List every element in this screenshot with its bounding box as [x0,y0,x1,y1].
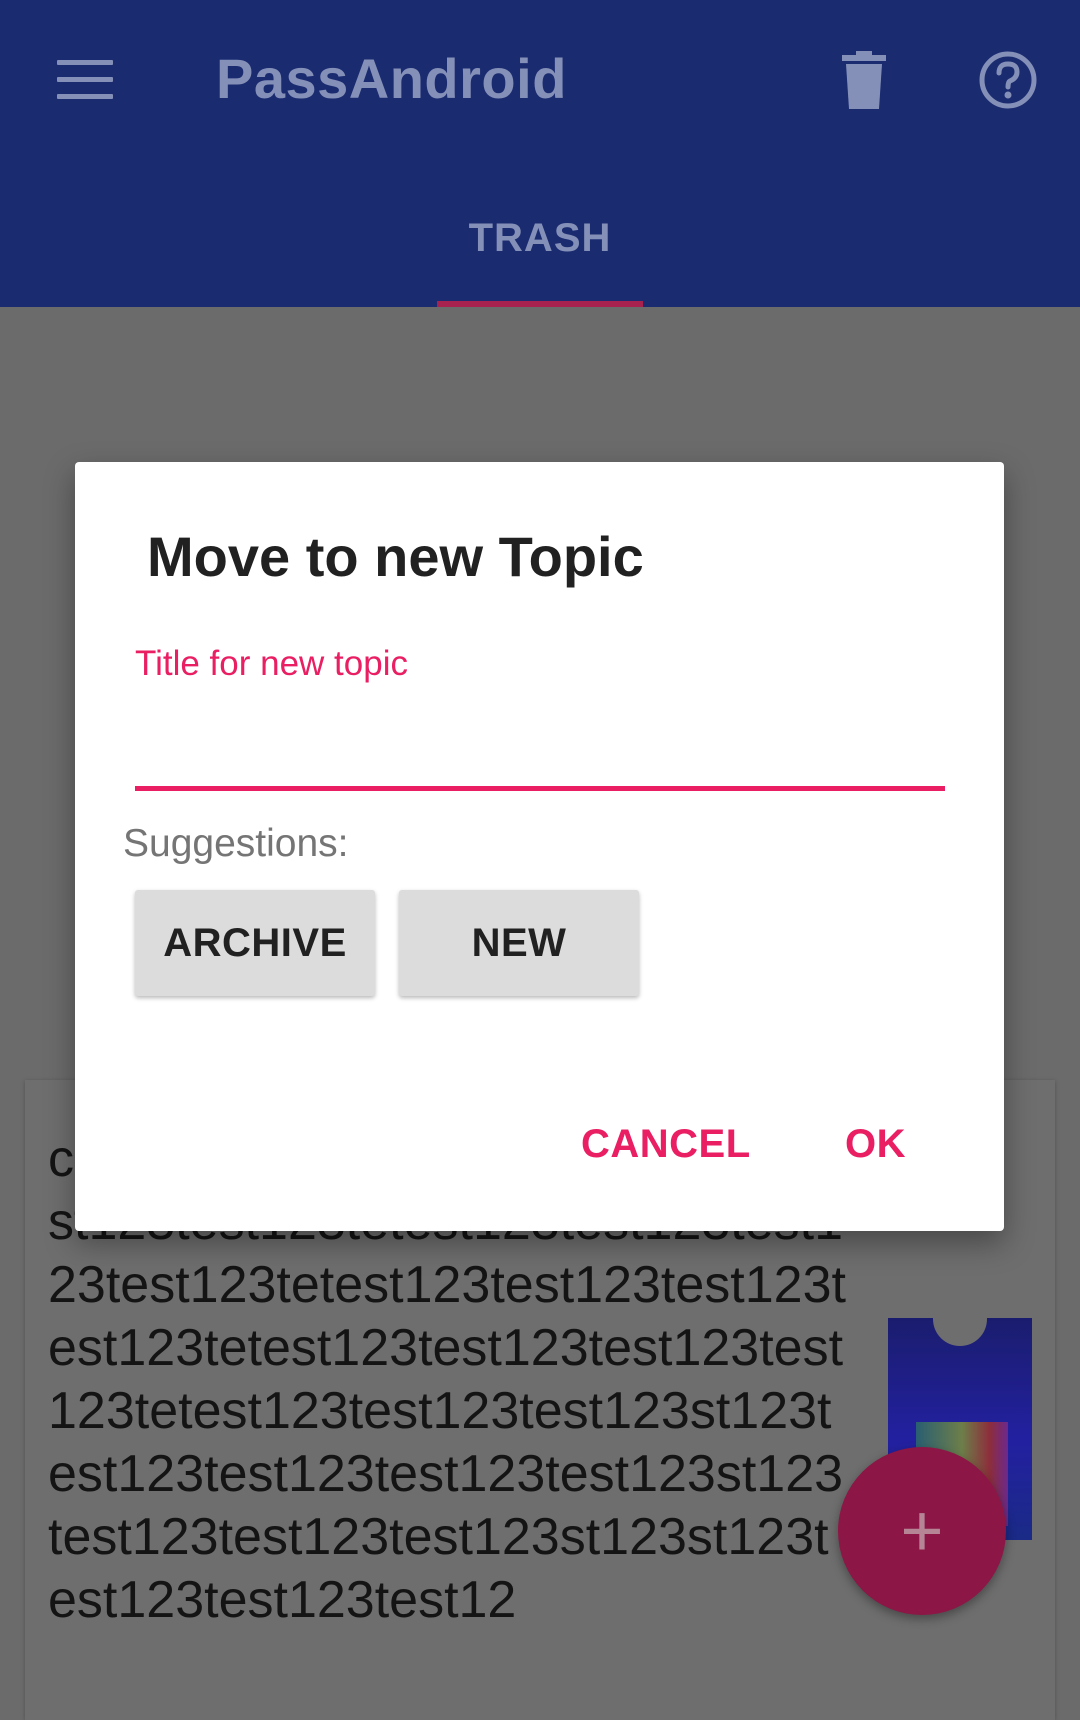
dialog-title: Move to new Topic [147,525,644,588]
app-title: PassAndroid [216,47,567,110]
tab-trash[interactable]: TRASH [437,200,643,307]
app-bar: PassAndroid TRASH [0,0,1080,307]
trash-icon[interactable] [830,40,898,120]
topic-title-input[interactable] [135,694,945,752]
move-topic-dialog: Move to new Topic Title for new topic Su… [75,462,1004,1231]
menu-icon[interactable] [40,30,130,130]
topic-title-label: Title for new topic [135,644,408,683]
add-button[interactable]: + [838,1447,1006,1615]
suggestion-archive-button[interactable]: ARCHIVE [135,890,375,996]
tab-trash-label: TRASH [468,216,612,260]
ok-button[interactable]: OK [845,1122,906,1167]
suggestions-label: Suggestions: [123,822,349,865]
cancel-button[interactable]: CANCEL [581,1122,751,1167]
help-icon[interactable] [970,40,1046,120]
suggestion-new-button[interactable]: NEW [399,890,639,996]
input-underline [135,786,945,791]
tab-indicator [437,301,643,307]
add-icon: + [900,1489,944,1572]
